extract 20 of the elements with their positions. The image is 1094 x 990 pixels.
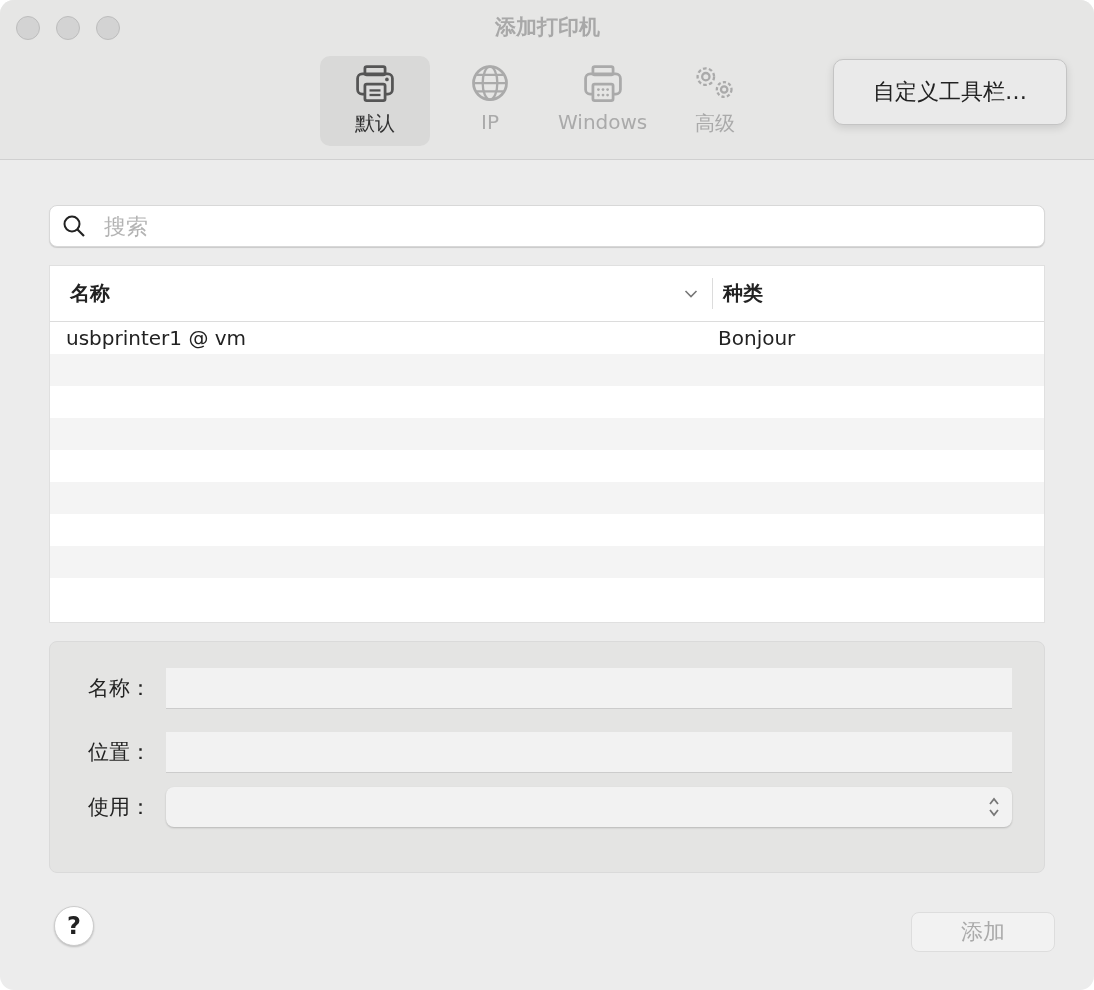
up-down-arrows-icon (988, 796, 1000, 818)
field-label: 位置： (88, 739, 152, 766)
dropdown[interactable] (166, 787, 1012, 827)
table-cell-text: Bonjour (718, 326, 797, 350)
window-control-button[interactable] (56, 16, 80, 40)
window-control-button[interactable] (16, 16, 40, 40)
input-field[interactable] (166, 731, 1012, 773)
field-label: 使用： (88, 794, 152, 821)
window-title: 添加打印机 (494, 14, 600, 41)
column-header[interactable]: 名称 (50, 266, 712, 321)
customize-toolbar-button[interactable]: 自定义工具栏… (833, 59, 1067, 125)
table-cell-text: usbprinter1 @ vm (66, 326, 248, 350)
toolbar-tab[interactable]: 默认 (320, 56, 430, 146)
field-label: 名称： (88, 675, 152, 702)
help-button[interactable]: ? (54, 906, 94, 946)
column-header[interactable]: 种类 (712, 278, 1044, 309)
search-field[interactable]: 搜索 (49, 205, 1045, 247)
table-row[interactable]: usbprinter1 @ vm Bonjour (50, 322, 1044, 354)
input-field[interactable] (166, 667, 1012, 709)
window-control-button[interactable] (96, 16, 120, 40)
